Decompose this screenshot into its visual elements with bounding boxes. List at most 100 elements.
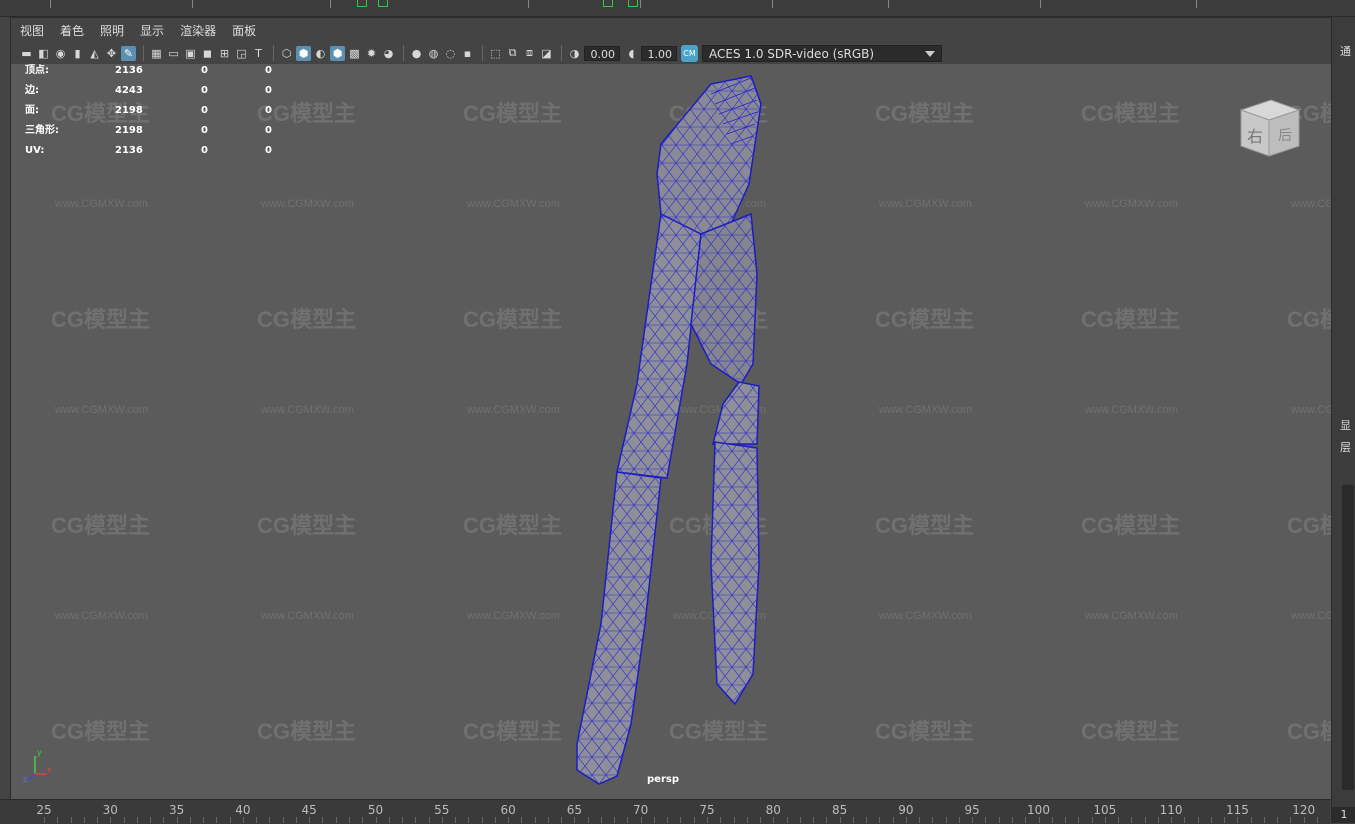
timeline-minor-tick: [746, 817, 748, 823]
bookmark-icon[interactable]: ▮: [70, 46, 85, 61]
timeline-minor-tick: [269, 817, 271, 823]
layer-scrollbar[interactable]: [1342, 485, 1354, 790]
timeline-minor-tick: [494, 817, 496, 823]
strip-mark: [528, 0, 529, 8]
timeline-tick-label: 85: [831, 803, 848, 817]
image-plane-icon[interactable]: ◭: [87, 46, 102, 61]
timeline-minor-tick: [1131, 817, 1133, 823]
axis-z-label: z: [23, 775, 27, 784]
gate-mask-icon[interactable]: ◼: [200, 46, 215, 61]
timeline-minor-tick: [508, 817, 510, 823]
pliers-model[interactable]: [11, 64, 1331, 799]
menu-view[interactable]: 视图: [11, 22, 51, 39]
anti-aliasing-icon[interactable]: ◌: [443, 46, 458, 61]
timeline-minor-tick: [919, 817, 921, 823]
isolate-select-icon[interactable]: ⬚: [488, 46, 503, 61]
3d-viewport[interactable]: CG模型主 www.CGMXW.com CG模型主 www.CGMXW.com CG模型…: [11, 64, 1331, 799]
menu-lighting[interactable]: 照明: [91, 22, 131, 39]
wireframe-icon[interactable]: ⬡: [279, 46, 294, 61]
wireframe-on-shaded-icon[interactable]: ⬢: [330, 45, 345, 61]
strip-mark: [50, 0, 51, 8]
screen-space-ao-icon[interactable]: ●: [409, 46, 424, 61]
timeline-minor-tick: [441, 817, 443, 823]
timeline-minor-tick: [44, 817, 45, 823]
timeline-minor-tick: [958, 817, 960, 823]
xray-components-icon[interactable]: ◪: [539, 46, 554, 61]
color-space-select[interactable]: ACES 1.0 SDR-video (sRGB): [702, 44, 942, 62]
timeline-minor-tick: [1157, 817, 1159, 823]
right-side-panel: 通 显 层 1: [1331, 17, 1355, 823]
gamma-icon[interactable]: ◖: [624, 46, 639, 61]
menu-shading[interactable]: 着色: [51, 22, 91, 39]
field-chart-icon[interactable]: ⊞: [217, 46, 232, 61]
shadows-icon[interactable]: ◕: [381, 46, 396, 61]
depth-of-field-icon[interactable]: ▪: [460, 46, 475, 61]
timeline-bar[interactable]: 25 30 35 40 45 50 55 60 65 70 75 80 85 90 95 100 105 110 1…: [0, 799, 1330, 824]
camera-icon[interactable]: ▬: [19, 46, 34, 61]
timeline-minor-tick: [468, 817, 470, 823]
menu-show[interactable]: 显示: [131, 22, 171, 39]
timeline-tick-label: 110: [1159, 803, 1183, 817]
timeline-minor-tick: [1197, 817, 1199, 823]
channel-box-tab[interactable]: 通: [1340, 43, 1351, 59]
film-gate-icon[interactable]: ▭: [166, 46, 181, 61]
timeline-minor-tick: [282, 817, 284, 823]
exposure-field[interactable]: 0.00: [584, 45, 620, 61]
smooth-shade-icon[interactable]: ⬢: [296, 45, 311, 61]
display-tab[interactable]: 显: [1340, 417, 1351, 433]
view-cube-side-label: 后: [1278, 128, 1292, 144]
menu-panels[interactable]: 面板: [223, 22, 263, 39]
timeline-minor-tick: [256, 817, 258, 823]
gamma-field[interactable]: 1.00: [641, 45, 677, 61]
strip-mark: [888, 0, 889, 8]
safe-action-icon[interactable]: ◲: [234, 46, 249, 61]
timeline-minor-tick: [150, 817, 152, 823]
layer-tab[interactable]: 层: [1340, 439, 1351, 455]
strip-key-marker: [603, 0, 613, 7]
use-all-lights-icon[interactable]: ✹: [364, 46, 379, 61]
timeline-minor-tick: [773, 817, 775, 823]
toolbar-divider: [403, 45, 404, 61]
timeline-minor-tick: [83, 817, 85, 823]
timeline-minor-tick: [600, 817, 602, 823]
timeline-minor-tick: [561, 817, 563, 823]
current-frame-field[interactable]: 1: [1332, 807, 1355, 823]
menu-renderer[interactable]: 渲染器: [171, 22, 223, 39]
axis-y-label: y: [37, 748, 42, 757]
xray-joints-icon[interactable]: ⧈: [522, 46, 537, 61]
timeline-minor-tick: [123, 817, 125, 823]
timeline-minor-tick: [879, 817, 881, 823]
timeline-minor-tick: [892, 817, 894, 823]
motion-blur-icon[interactable]: ◍: [426, 46, 441, 61]
xray-icon[interactable]: ⧉: [505, 46, 520, 61]
resolution-gate-icon[interactable]: ▣: [183, 46, 198, 61]
timeline-minor-tick: [309, 817, 311, 823]
timeline-minor-tick: [1104, 817, 1106, 823]
timeline-minor-tick: [242, 817, 244, 823]
timeline-tick-label: 70: [633, 803, 649, 817]
timeline-minor-tick: [574, 817, 576, 823]
grid-icon[interactable]: ▦: [149, 46, 164, 61]
timeline-minor-tick: [163, 817, 165, 823]
timeline-minor-tick: [1011, 817, 1013, 823]
color-management-icon[interactable]: CM: [681, 44, 698, 62]
timeline-minor-tick: [57, 817, 59, 823]
strip-mark: [330, 0, 331, 8]
2d-pan-zoom-icon[interactable]: ✥: [104, 46, 119, 61]
timeline-minor-tick: [640, 817, 642, 823]
timeline-tick-label: 55: [434, 803, 450, 817]
axis-gizmo: y x z: [23, 748, 51, 784]
color-space-value: ACES 1.0 SDR-video (sRGB): [709, 46, 875, 61]
timeline-minor-tick: [335, 817, 337, 823]
camera-attributes-icon[interactable]: ◧: [36, 46, 51, 61]
safe-title-icon[interactable]: T: [251, 46, 266, 61]
exposure-icon[interactable]: ◑: [567, 46, 582, 61]
textured-icon[interactable]: ▩: [347, 46, 362, 61]
view-cube[interactable]: 右 后: [1235, 90, 1305, 160]
bookmark-camera-icon[interactable]: ◉: [53, 46, 68, 61]
default-material-icon[interactable]: ◐: [313, 46, 328, 61]
timeline-minor-tick: [866, 817, 868, 823]
timeline-minor-tick: [760, 817, 762, 823]
grease-pencil-icon[interactable]: ✎: [121, 45, 136, 61]
timeline-minor-tick: [1051, 817, 1053, 823]
